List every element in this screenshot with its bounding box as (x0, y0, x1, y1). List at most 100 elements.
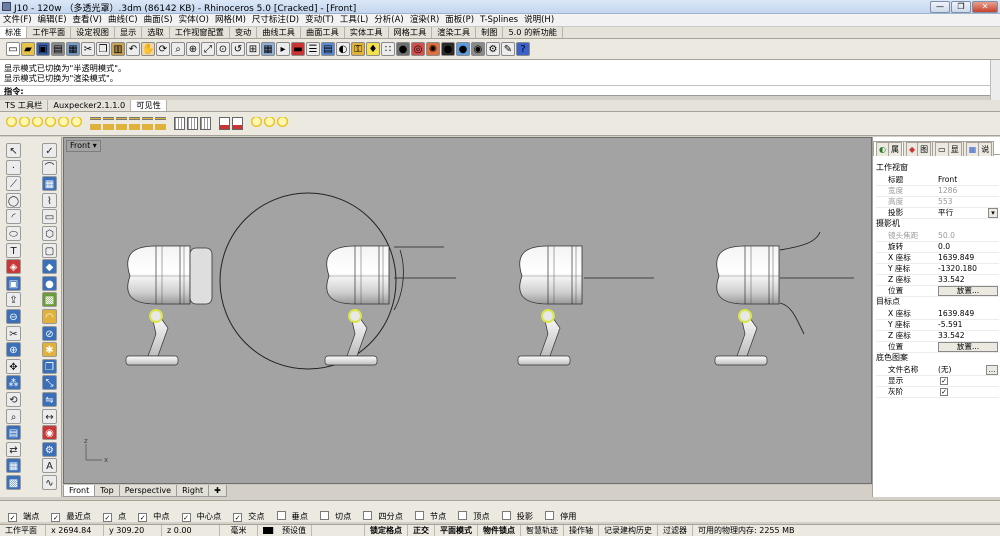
command-scrollbar[interactable] (990, 60, 1000, 100)
display-object-icon[interactable] (232, 117, 243, 130)
color-wheel-icon[interactable]: ✺ (426, 42, 440, 56)
tab-mesh-tools[interactable]: 网格工具 (389, 27, 433, 38)
point-edit-icon[interactable]: ∷ (381, 42, 395, 56)
light-bulb-icon[interactable] (45, 117, 56, 130)
tab-materials[interactable]: ◆ 图 (902, 141, 934, 156)
split-icon[interactable]: ⊘ (42, 325, 57, 341)
osnap-4[interactable]: ✓ 中心点 (178, 506, 224, 522)
tab-visibility[interactable]: 可见性 (131, 100, 167, 111)
layer-icon[interactable]: ▤ (321, 42, 335, 56)
select-icon[interactable]: ▸ (276, 42, 290, 56)
osnap-3[interactable]: ✓ 中点 (134, 506, 171, 522)
menu-solid[interactable]: 实体(O) (176, 14, 212, 27)
join-icon[interactable]: ⊕ (6, 342, 21, 358)
property-value[interactable]: -1320.180 (938, 264, 977, 274)
osnap-10[interactable]: 顶点 (454, 506, 491, 521)
lock-icon[interactable]: ⚿ (351, 42, 365, 56)
light-bulb-icon[interactable] (19, 117, 30, 130)
open-folder-icon[interactable]: ▰ (21, 42, 35, 56)
rectangle-icon[interactable]: ▭ (42, 209, 57, 225)
status-toggle-planar[interactable]: 平面模式 (435, 525, 478, 536)
menu-transform[interactable]: 变动(T) (302, 14, 337, 27)
osnap-9[interactable]: 节点 (411, 506, 448, 521)
text-tool-icon[interactable]: A (42, 458, 57, 474)
menu-panels[interactable]: 面板(P) (442, 14, 477, 27)
menu-tsplines[interactable]: T-Splines (477, 14, 521, 27)
property-value[interactable]: 1639.849 (938, 253, 974, 263)
front-viewport[interactable]: Front ▾ zx (63, 137, 872, 484)
property-value[interactable]: 1639.849 (938, 309, 974, 319)
osnap-checkbox[interactable] (276, 511, 286, 520)
property-value[interactable]: -5.591 (938, 320, 962, 330)
cut-icon[interactable]: ✂ (81, 42, 95, 56)
property-value[interactable]: (无) (938, 365, 952, 375)
tab-set-view[interactable]: 设定视图 (71, 27, 115, 38)
osnap-checkbox[interactable] (363, 511, 373, 520)
menu-help[interactable]: 说明(H) (521, 14, 557, 27)
menu-analyze[interactable]: 分析(A) (371, 14, 406, 27)
undo-view-icon[interactable]: ↺ (231, 42, 245, 56)
mirror-icon[interactable]: ⇋ (42, 392, 57, 407)
zoom-icon[interactable]: ⌕ (171, 42, 185, 56)
tab-ts-toolbar[interactable]: TS 工具栏 (0, 100, 49, 111)
osnap-5[interactable]: ✓ 交点 (229, 506, 266, 522)
light-bulb-icon[interactable] (6, 117, 17, 130)
grid-icon[interactable]: ▦ (42, 176, 57, 192)
status-toggle-snap[interactable]: 锁定格点 (365, 525, 408, 536)
save-icon[interactable]: ▣ (36, 42, 50, 56)
rectangle-tool-icon[interactable]: ▢ (42, 242, 57, 258)
checkbox[interactable]: ✓ (940, 388, 948, 396)
tab-help[interactable]: ▦ 说 (962, 141, 995, 156)
place-button[interactable]: 放置... (938, 342, 998, 352)
tab-viewport-layout[interactable]: 工作视窗配置 (170, 27, 230, 38)
tab-select[interactable]: 选取 (142, 27, 170, 38)
minimize-button[interactable]: — (930, 1, 950, 13)
undo-icon[interactable]: ↶ (126, 42, 140, 56)
circle-icon[interactable]: ◯ (6, 192, 21, 208)
status-unit[interactable]: 毫米 (220, 525, 258, 536)
pan-hand-icon[interactable]: ✋ (141, 42, 155, 56)
hide-icon[interactable]: ◐ (336, 42, 350, 56)
osnap-checkbox[interactable] (501, 511, 511, 520)
tab-display[interactable]: 显示 (115, 27, 143, 38)
dimension-icon[interactable]: ↔ (42, 408, 57, 424)
add-viewport-tab-button[interactable]: ✚ (208, 485, 227, 497)
osnap-2[interactable]: ✓ 点 (99, 506, 128, 522)
render-icon[interactable]: ◎ (411, 42, 425, 56)
paste-icon[interactable]: ▥ (111, 42, 125, 56)
tab-drafting[interactable]: 制图 (476, 27, 504, 38)
osnap-checkbox[interactable]: ✓ (102, 513, 112, 522)
display-object-icon[interactable] (219, 117, 230, 130)
transform-icon[interactable]: ⇄ (6, 441, 21, 457)
osnap-1[interactable]: ✓ 最近点 (47, 506, 93, 522)
trim-icon[interactable]: ✂ (6, 325, 21, 341)
surface-icon[interactable]: ◈ (6, 259, 21, 275)
polygon-icon[interactable]: ⬡ (42, 226, 57, 241)
tab-surface-tools[interactable]: 曲面工具 (301, 27, 345, 38)
array-icon[interactable]: ⁂ (6, 375, 21, 391)
tab-new-in-v5[interactable]: 5.0 的新功能 (503, 27, 563, 38)
lock-icon[interactable] (103, 117, 114, 130)
rotate-tool-icon[interactable]: ⟲ (6, 392, 21, 407)
osnap-checkbox[interactable]: ✓ (233, 513, 243, 522)
tab-properties[interactable]: ◐ 属 (873, 141, 904, 156)
osnap-checkbox[interactable] (319, 511, 329, 520)
tab-render-tools[interactable]: 渲染工具 (432, 27, 477, 38)
browse-button[interactable]: … (986, 365, 998, 375)
status-toggle-ortho[interactable]: 正交 (408, 525, 435, 536)
curve-edit-icon[interactable]: ⌇ (42, 192, 57, 208)
tab-solid-tools[interactable]: 实体工具 (345, 27, 389, 38)
render-tool-icon[interactable]: ◉ (42, 425, 57, 441)
lock-icon[interactable] (142, 117, 153, 130)
status-cplane[interactable]: 工作平面 (0, 525, 46, 536)
osnap-checkbox[interactable]: ✓ (51, 513, 61, 522)
layer-tool-icon[interactable]: ▤ (6, 425, 21, 441)
light-bulb-icon[interactable] (251, 117, 262, 130)
rotate-view-icon[interactable]: ⟳ (156, 42, 170, 56)
command-prompt[interactable]: 指令: (0, 85, 990, 96)
analyze-icon[interactable]: ⌕ (6, 408, 21, 424)
lamp-model-3[interactable] (517, 245, 654, 366)
status-layer[interactable]: 预设值 (258, 525, 365, 536)
tools-icon[interactable]: ✎ (501, 42, 515, 56)
property-value[interactable]: 33.542 (938, 275, 965, 285)
